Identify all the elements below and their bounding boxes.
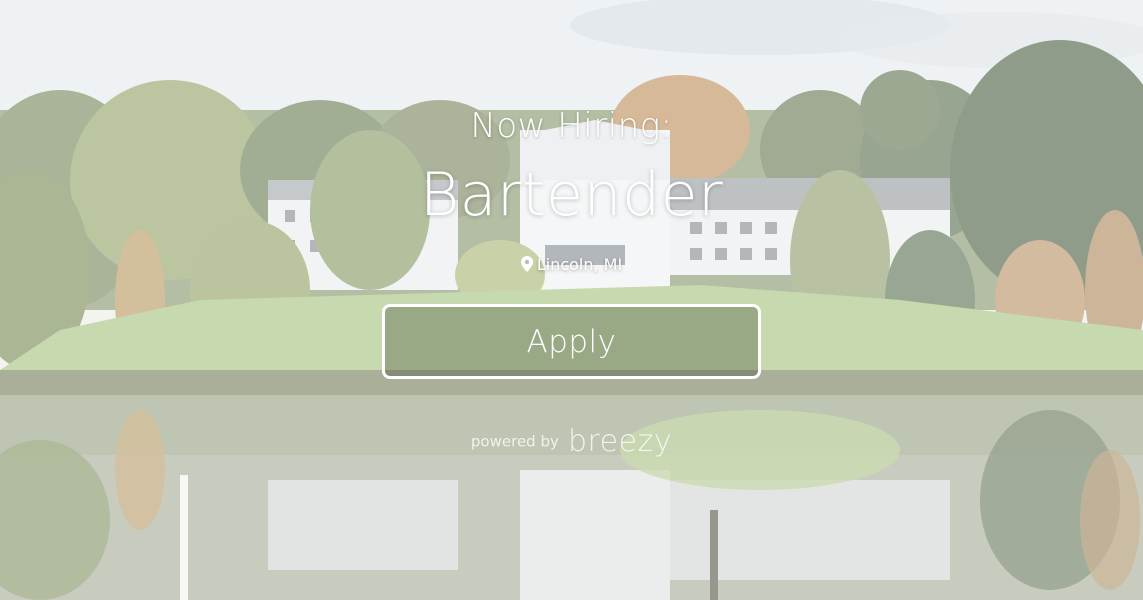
- now-hiring-label: Now Hiring:: [470, 106, 673, 146]
- powered-by-text: powered by: [470, 432, 559, 451]
- location-text: Lincoln, MI: [536, 255, 623, 274]
- hero-section: Now Hiring: Bartender Lincoln, MI Apply …: [0, 0, 1143, 600]
- breezy-logo: breezy: [567, 424, 673, 459]
- powered-by-breezy[interactable]: powered by breezy: [0, 424, 1143, 459]
- job-location: Lincoln, MI: [0, 255, 1143, 276]
- apply-button[interactable]: Apply: [382, 304, 761, 379]
- job-title: Bartender: [419, 160, 724, 230]
- hero-content: Now Hiring: Bartender Lincoln, MI Apply …: [0, 0, 1143, 600]
- map-pin-icon: [520, 256, 533, 276]
